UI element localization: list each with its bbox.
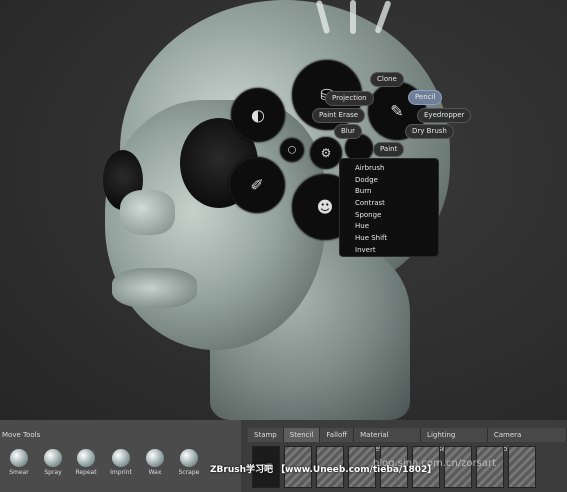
tab-stamp[interactable]: Stamp bbox=[248, 428, 284, 442]
submenu-item-sponge[interactable]: Sponge bbox=[340, 210, 438, 222]
scrape-icon bbox=[180, 449, 198, 467]
submenu-item-invert[interactable]: Invert bbox=[340, 245, 438, 257]
circle-icon: ○ bbox=[287, 144, 297, 156]
tool-wax[interactable]: Wax bbox=[144, 449, 166, 477]
submenu-item-hue[interactable]: Hue bbox=[340, 221, 438, 233]
pie-label-pencil[interactable]: Pencil bbox=[408, 90, 443, 105]
tool-spray[interactable]: Spray bbox=[42, 449, 64, 477]
submenu-item-contrast[interactable]: Contrast bbox=[340, 198, 438, 210]
tool-imprint[interactable]: Imprint bbox=[110, 449, 132, 477]
site-watermark: ZBrush学习吧 【www.Uneeb.com/tieba/1802】 bbox=[210, 465, 437, 475]
imprint-icon bbox=[112, 449, 130, 467]
pie-label-blur[interactable]: Blur bbox=[334, 124, 363, 139]
pie-label-paint-erase[interactable]: Paint Erase bbox=[312, 108, 366, 123]
repeat-icon bbox=[77, 449, 95, 467]
pie-label-dry-brush[interactable]: Dry Brush bbox=[405, 124, 454, 139]
pie-label-paint[interactable]: Paint bbox=[373, 142, 405, 157]
smear-icon bbox=[10, 449, 28, 467]
tab-stencil[interactable]: Stencil bbox=[283, 428, 321, 442]
alien-mouth bbox=[112, 268, 197, 308]
alien-nose bbox=[120, 190, 175, 235]
pie-label-clone[interactable]: Clone bbox=[370, 72, 404, 87]
palette-title: Move Tools bbox=[2, 431, 41, 439]
submenu-item-hue-shift[interactable]: Hue Shift bbox=[340, 233, 438, 245]
pie-center[interactable]: ○ bbox=[280, 138, 304, 162]
pie-slot-paint[interactable]: ✐ bbox=[229, 157, 285, 213]
tab-camera-bookmarks[interactable]: Camera Bookmarks bbox=[487, 428, 567, 453]
stencil-tabs: Stamp Stencil Falloff Material Presets L… bbox=[248, 428, 567, 453]
sphere-icon: ◐ bbox=[251, 105, 265, 125]
tool-repeat[interactable]: Repeat bbox=[75, 449, 97, 477]
person-icon: ☻ bbox=[316, 197, 334, 217]
paint-brush-icon: ✐ bbox=[250, 175, 264, 195]
submenu-item-dodge[interactable]: Dodge bbox=[340, 175, 438, 187]
tool-smear[interactable]: Smear bbox=[8, 449, 30, 477]
pie-label-eyedropper[interactable]: Eyedropper bbox=[417, 108, 472, 123]
paint-submenu: Airbrush Dodge Burn Contrast Sponge Hue … bbox=[339, 158, 439, 257]
wax-icon bbox=[146, 449, 164, 467]
tab-falloff[interactable]: Falloff bbox=[320, 428, 355, 442]
pie-slot-settings[interactable]: ⚙ bbox=[310, 137, 342, 169]
pie-slot-sphere[interactable]: ◐ bbox=[231, 88, 285, 142]
canvas-viewport[interactable]: ◐ ⛁ ✎ ○ ⚙ ✐ ☻ Clone Projection Pencil Pa… bbox=[0, 0, 567, 420]
tab-lighting-presets[interactable]: Lighting Presets bbox=[421, 428, 488, 453]
brush-icon: ✎ bbox=[390, 101, 404, 121]
tool-scrape[interactable]: Scrape bbox=[178, 449, 200, 477]
submenu-item-burn[interactable]: Burn bbox=[340, 186, 438, 198]
alien-spikes bbox=[310, 0, 400, 40]
stencil-thumb[interactable] bbox=[508, 446, 536, 488]
tab-material-presets[interactable]: Material Presets bbox=[354, 428, 422, 453]
gear-icon: ⚙ bbox=[320, 146, 332, 160]
spray-icon bbox=[44, 449, 62, 467]
pie-label-projection[interactable]: Projection bbox=[325, 91, 374, 106]
submenu-item-airbrush[interactable]: Airbrush bbox=[340, 163, 438, 175]
